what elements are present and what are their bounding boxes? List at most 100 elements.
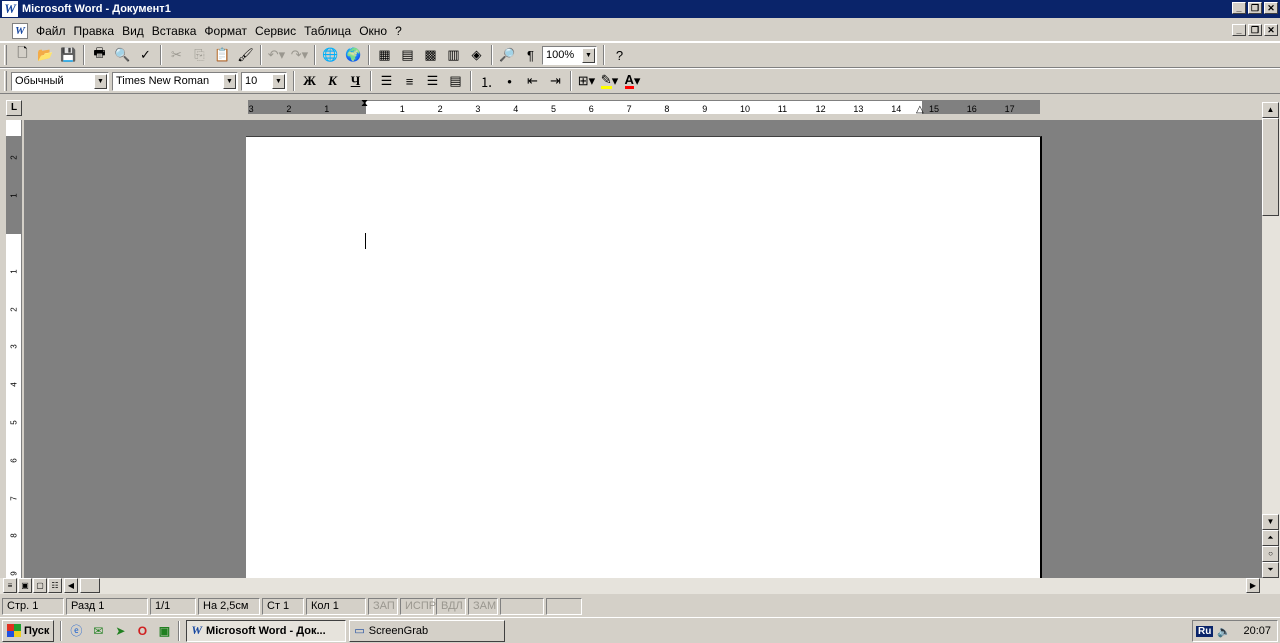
toolbar-grip[interactable] (4, 45, 7, 65)
paste-icon[interactable]: 📋 (211, 44, 234, 66)
font-color-icon[interactable]: A ▾ (621, 70, 644, 92)
scroll-up-icon[interactable]: ▲ (1262, 102, 1279, 118)
green-app-icon[interactable]: ▣ (153, 621, 175, 641)
doc-restore-button[interactable]: ❐ (1248, 24, 1262, 36)
vertical-scrollbar[interactable]: ▲ ▼ ⏶ ○ ⏷ (1262, 102, 1280, 578)
align-right-icon[interactable]: ☰ (421, 70, 444, 92)
justify-icon[interactable]: ▤ (444, 70, 467, 92)
close-button[interactable]: ✕ (1264, 2, 1278, 14)
clock[interactable]: 20:07 (1243, 625, 1271, 637)
status-ovr[interactable]: ЗАМ (468, 597, 498, 615)
redo-icon[interactable]: ↷▾ (288, 44, 311, 66)
save-icon[interactable]: 💾 (57, 44, 80, 66)
zoom-select[interactable]: 100% ▼ (542, 45, 597, 65)
toolbar-grip[interactable] (4, 71, 7, 91)
document-page[interactable] (246, 136, 1042, 578)
first-line-indent-marker[interactable]: ⧗ (361, 98, 368, 109)
outlook-icon[interactable]: ✉ (87, 621, 109, 641)
opera-icon[interactable]: O (131, 621, 153, 641)
word-app-icon[interactable]: W (2, 1, 18, 17)
underline-button[interactable]: Ч (344, 70, 367, 92)
hscroll-thumb[interactable] (80, 578, 100, 593)
ie-browser-icon[interactable]: ⓔ (65, 621, 87, 641)
hyperlink-icon[interactable]: 🌐 (319, 44, 342, 66)
web-toolbar-icon[interactable]: 🌍 (342, 44, 365, 66)
task-word[interactable]: W Microsoft Word - Док... (186, 619, 347, 642)
style-select[interactable]: Обычный ▼ (11, 71, 109, 91)
next-page-icon[interactable]: ⏷ (1262, 562, 1279, 578)
copy-icon[interactable]: ⎘ (188, 44, 211, 66)
increase-indent-icon[interactable]: ⇥ (544, 70, 567, 92)
chevron-down-icon[interactable]: ▼ (272, 73, 285, 89)
task-screengrab[interactable]: ▭ ScreenGrab (349, 619, 506, 642)
doc-minimize-button[interactable]: _ (1232, 24, 1246, 36)
scroll-right-icon[interactable]: ▶ (1246, 578, 1260, 593)
menu-file[interactable]: Файл (32, 21, 70, 41)
help-icon[interactable]: ? (608, 44, 631, 66)
undo-icon[interactable]: ↶▾ (265, 44, 288, 66)
insert-table-icon[interactable]: ▤ (396, 44, 419, 66)
tab-selector[interactable]: L (6, 100, 22, 116)
document-map-icon[interactable]: 🔎 (496, 44, 519, 66)
spelling-icon[interactable]: ✓ (134, 44, 157, 66)
select-browse-object-icon[interactable]: ○ (1262, 546, 1279, 562)
menu-help[interactable]: ? (391, 21, 406, 41)
bullets-icon[interactable]: • (498, 70, 521, 92)
print-layout-icon[interactable]: ▢ (33, 578, 47, 593)
horizontal-ruler[interactable]: 3 2 1 1 2 3 4 5 6 7 8 9 10 11 12 13 14 15 16 17 ⧗ △ (248, 98, 1040, 115)
arrow-app-icon[interactable]: ➤ (109, 621, 131, 641)
chevron-down-icon[interactable]: ▼ (223, 73, 236, 89)
borders-icon[interactable]: ⊞▾ (575, 70, 598, 92)
status-trk[interactable]: ИСПР (400, 597, 436, 615)
new-document-icon[interactable]: 🗋 (11, 44, 34, 66)
decrease-indent-icon[interactable]: ⇤ (521, 70, 544, 92)
font-select[interactable]: Times New Roman ▼ (112, 71, 238, 91)
language-indicator[interactable]: Ru (1196, 625, 1214, 637)
menu-tools[interactable]: Сервис (251, 21, 300, 41)
normal-view-icon[interactable]: ≡ (3, 578, 17, 593)
menu-edit[interactable]: Правка (70, 21, 119, 41)
insert-excel-icon[interactable]: ▩ (419, 44, 442, 66)
vertical-ruler[interactable]: 21123456789 (6, 120, 22, 578)
print-preview-icon[interactable]: 🔍 (111, 44, 134, 66)
scroll-thumb[interactable] (1262, 118, 1279, 216)
start-button[interactable]: Пуск (2, 619, 55, 642)
minimize-button[interactable]: _ (1232, 2, 1246, 14)
status-at: На 2,5см (198, 597, 260, 615)
right-indent-marker[interactable]: △ (916, 104, 924, 115)
numbering-icon[interactable]: ⒈ (475, 70, 498, 92)
italic-button[interactable]: К (321, 70, 344, 92)
highlight-icon[interactable]: ✎ ▾ (598, 70, 621, 92)
status-ext[interactable]: ВДЛ (436, 597, 466, 615)
open-folder-icon[interactable]: 📂 (34, 44, 57, 66)
previous-page-icon[interactable]: ⏶ (1262, 530, 1279, 546)
document-icon[interactable]: W (12, 22, 28, 39)
show-hide-icon[interactable]: ¶ (519, 44, 542, 66)
outline-view-icon[interactable]: ☷ (48, 578, 62, 593)
columns-icon[interactable]: ▥ (442, 44, 465, 66)
bold-button[interactable]: Ж (298, 70, 321, 92)
menu-insert[interactable]: Вставка (148, 21, 201, 41)
menu-table[interactable]: Таблица (300, 21, 355, 41)
scroll-down-icon[interactable]: ▼ (1262, 514, 1279, 530)
chevron-down-icon[interactable]: ▼ (582, 47, 595, 63)
cut-icon[interactable]: ✂ (165, 44, 188, 66)
drawing-icon[interactable]: ◈ (465, 44, 488, 66)
menu-format[interactable]: Формат (200, 21, 251, 41)
print-icon[interactable]: 🖶 (88, 44, 111, 66)
font-size-select[interactable]: 10 ▼ (241, 71, 287, 91)
format-painter-icon[interactable]: 🖌 (234, 44, 257, 66)
restore-button[interactable]: ❐ (1248, 2, 1262, 14)
web-layout-icon[interactable]: ▣ (18, 578, 32, 593)
status-rec[interactable]: ЗАП (368, 597, 398, 615)
scroll-left-icon[interactable]: ◀ (64, 578, 78, 593)
align-center-icon[interactable]: ≡ (398, 70, 421, 92)
menu-view[interactable]: Вид (118, 21, 148, 41)
chevron-down-icon[interactable]: ▼ (94, 73, 107, 89)
doc-close-button[interactable]: ✕ (1264, 24, 1278, 36)
tables-borders-icon[interactable]: ▦ (373, 44, 396, 66)
horizontal-scrollbar[interactable]: ≡ ▣ ▢ ☷ ◀ ▶ (0, 578, 1280, 594)
speaker-icon[interactable]: 🔈 (1217, 625, 1231, 638)
menu-window[interactable]: Окно (355, 21, 391, 41)
align-left-icon[interactable]: ☰ (375, 70, 398, 92)
